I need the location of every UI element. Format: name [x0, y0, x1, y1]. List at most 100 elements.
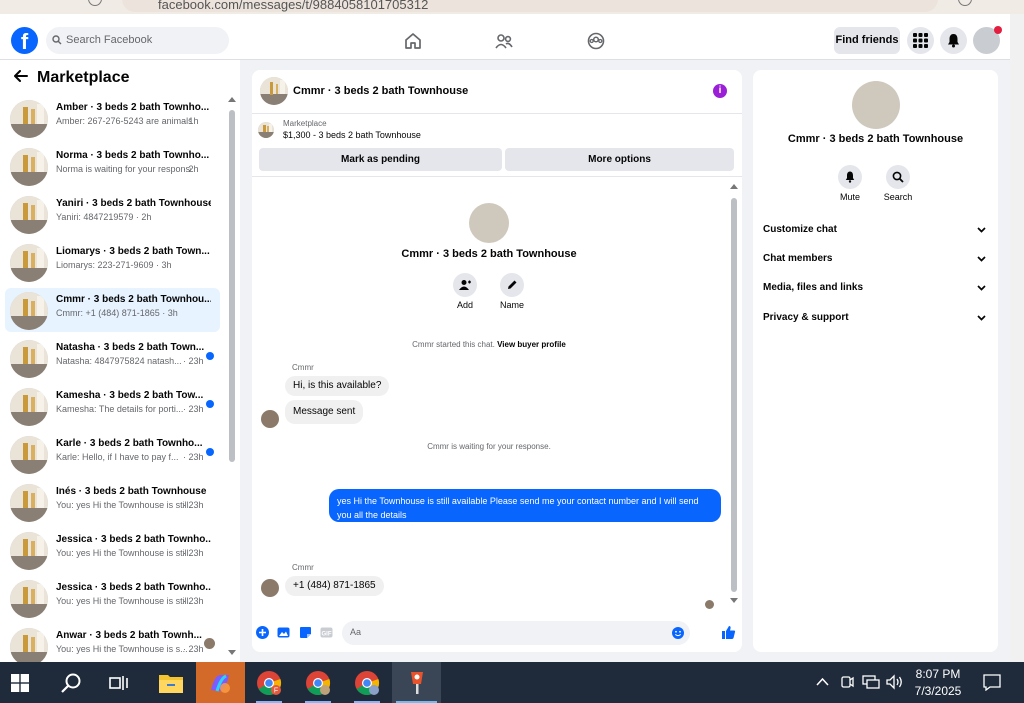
find-friends-button[interactable]: Find friends — [834, 27, 900, 54]
section-media-files-links[interactable]: Media, files and links — [763, 282, 988, 302]
conversation-thumbnail — [10, 532, 48, 570]
chat-profile-name: Cmmr · 3 beds 2 bath Townhouse — [401, 248, 577, 260]
search-placeholder: Search Facebook — [66, 34, 153, 46]
account-avatar[interactable] — [973, 26, 1002, 54]
notification-center-icon[interactable] — [983, 674, 1001, 691]
sticker-icon[interactable] — [299, 626, 312, 639]
conversation-item[interactable]: Jessica · 3 beds 2 bath Townho... You: ye… — [5, 576, 220, 620]
chrome-profile-icon[interactable] — [354, 670, 380, 696]
conversation-item[interactable]: Amber · 3 beds 2 bath Townho... Amber: 26… — [5, 96, 220, 140]
gif-icon[interactable]: GIF — [320, 626, 333, 639]
mute-button[interactable] — [838, 165, 862, 189]
file-explorer-icon[interactable] — [159, 672, 183, 693]
groups-icon[interactable] — [586, 31, 606, 51]
thumbs-up-icon[interactable] — [721, 625, 736, 640]
scroll-up-icon[interactable] — [730, 183, 738, 189]
conversation-item[interactable]: Inés · 3 beds 2 bath Townhouse You: yes H… — [5, 480, 220, 524]
search-input[interactable]: Search Facebook — [46, 27, 229, 54]
conversation-thumbnail — [10, 196, 48, 234]
conversation-item[interactable]: Cmmr · 3 beds 2 bath Townhou... Cmmr: +1 … — [5, 288, 220, 332]
home-icon[interactable] — [403, 31, 423, 51]
chat-header: Cmmr · 3 beds 2 bath Townhouse i — [252, 70, 742, 114]
view-buyer-profile-link[interactable]: View buyer profile — [497, 340, 566, 349]
seen-avatar — [204, 638, 215, 649]
conversation-item[interactable]: Kamesha · 3 beds 2 bath Tow... Kamesha: T… — [5, 384, 220, 428]
mark-as-pending-button[interactable]: Mark as pending — [259, 148, 502, 171]
sender-avatar[interactable] — [261, 410, 279, 428]
windows-start-icon[interactable] — [11, 674, 29, 692]
conversation-preview: Natasha: 4847975824 natash... — [56, 356, 182, 366]
my-message-bubble[interactable]: yes Hi the Townhouse is still available … — [329, 489, 721, 522]
url-field[interactable]: facebook.com/messages/t/9884058101705312 — [122, 0, 938, 12]
search-in-chat-button[interactable] — [886, 165, 910, 189]
conversation-item[interactable]: Natasha · 3 beds 2 bath Town... Natasha: … — [5, 336, 220, 380]
info-avatar[interactable] — [852, 81, 900, 129]
section-chat-members[interactable]: Chat members — [763, 253, 988, 273]
scroll-down-icon[interactable] — [730, 598, 738, 604]
chat-started-text: Cmmr started this chat. — [412, 340, 495, 349]
app-taskbar-button[interactable] — [392, 662, 441, 703]
chevron-up-icon[interactable] — [816, 677, 829, 686]
conversation-preview: Norma is waiting for your response. — [56, 164, 191, 174]
message-bubble[interactable]: Message sent — [285, 400, 364, 424]
more-options-button[interactable]: More options — [505, 148, 734, 171]
add-button[interactable] — [453, 273, 477, 297]
friends-icon[interactable] — [494, 31, 514, 51]
facebook-logo[interactable]: f — [11, 27, 38, 54]
info-icon[interactable]: i — [713, 84, 727, 98]
chrome-icon[interactable]: F — [256, 670, 282, 696]
name-button[interactable] — [500, 273, 524, 297]
plus-icon[interactable] — [256, 626, 269, 639]
section-label: Media, files and links — [763, 282, 864, 293]
conversation-preview: You: yes Hi the Townhouse is still... — [56, 500, 191, 510]
conversation-title: Karle · 3 beds 2 bath Townho... — [56, 438, 203, 449]
task-view-icon[interactable] — [109, 674, 129, 692]
scrollbar-thumb[interactable] — [731, 198, 737, 592]
back-arrow-icon[interactable] — [14, 69, 30, 87]
section-privacy-support[interactable]: Privacy & support — [763, 312, 988, 332]
notifications-button[interactable] — [940, 27, 967, 54]
conversation-thumbnail — [10, 628, 48, 666]
conversation-preview: Cmmr: +1 (484) 871-1865 · 3h — [56, 308, 178, 318]
conversation-item[interactable]: Liomarys · 3 beds 2 bath Town... Liomarys… — [5, 240, 220, 284]
emoji-icon[interactable] — [672, 627, 684, 639]
chat-header-avatar[interactable] — [260, 77, 288, 105]
meet-now-icon[interactable] — [840, 674, 854, 690]
system-clock[interactable]: 8:07 PM 7/3/2025 — [912, 666, 964, 700]
reload-icon[interactable] — [88, 0, 102, 6]
message-bubble[interactable]: +1 (484) 871-1865 — [285, 576, 384, 596]
copilot-taskbar-button[interactable] — [196, 662, 245, 703]
conversation-item[interactable]: Norma · 3 beds 2 bath Townho... Norma is … — [5, 144, 220, 188]
conversation-item[interactable]: Yaniri · 3 beds 2 bath Townhouse Yaniri: … — [5, 192, 220, 236]
conversation-title: Inés · 3 beds 2 bath Townhouse — [56, 486, 207, 497]
conversation-item[interactable]: Karle · 3 beds 2 bath Townho... Karle: He… — [5, 432, 220, 476]
message-input[interactable]: Aa — [342, 621, 690, 645]
menu-button[interactable] — [907, 27, 934, 54]
volume-icon[interactable] — [886, 674, 904, 690]
message-bubble[interactable]: Hi, is this available? — [285, 376, 390, 396]
sender-name: Cmmr — [292, 363, 314, 372]
page-scrollbar[interactable] — [1010, 14, 1024, 662]
photo-icon[interactable] — [277, 626, 290, 639]
search-icon[interactable] — [60, 672, 82, 694]
scrollbar-thumb[interactable] — [229, 110, 235, 462]
conversation-item[interactable]: Jessica · 3 beds 2 bath Townho... You: ye… — [5, 528, 220, 572]
scroll-up-icon[interactable] — [228, 96, 236, 102]
pencil-icon — [508, 280, 517, 289]
sender-avatar[interactable] — [261, 579, 279, 597]
section-customize-chat[interactable]: Customize chat — [763, 224, 988, 244]
grid-icon — [913, 33, 928, 48]
facebook-header: f Search Facebook Find friends — [0, 14, 1010, 60]
conversation-time: · 23h — [183, 452, 204, 462]
section-label: Customize chat — [763, 224, 837, 235]
chrome-profile-icon[interactable] — [305, 670, 331, 696]
network-icon[interactable] — [862, 674, 880, 690]
profile-icon[interactable] — [958, 0, 972, 6]
chat-header-name[interactable]: Cmmr · 3 beds 2 bath Townhouse — [293, 85, 468, 97]
back-icon[interactable] — [14, 0, 28, 6]
conversation-scrollbar[interactable] — [227, 96, 237, 660]
scroll-down-icon[interactable] — [228, 650, 236, 656]
clock-date: 7/3/2025 — [914, 684, 962, 698]
info-name: Cmmr · 3 beds 2 bath Townhouse — [787, 133, 964, 145]
chat-scrollbar[interactable] — [728, 176, 740, 610]
